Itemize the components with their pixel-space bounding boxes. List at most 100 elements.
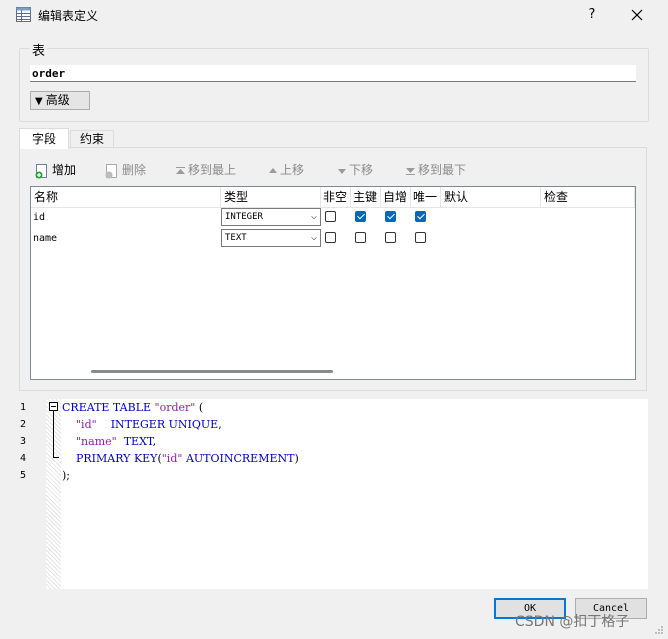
- column-header-unique[interactable]: 唯一: [411, 187, 441, 207]
- sql-string: "name": [76, 435, 117, 448]
- move-up-label: 上移: [280, 163, 305, 177]
- column-header-name[interactable]: 名称: [31, 187, 221, 207]
- fold-collapse-icon[interactable]: [49, 402, 58, 411]
- check-cell[interactable]: [541, 228, 635, 249]
- close-icon[interactable]: [624, 3, 650, 27]
- grid-header: 名称 类型 非空 主键 自增 唯一 默认 检查: [31, 187, 635, 208]
- code-line: "id" INTEGER UNIQUE,: [62, 418, 222, 431]
- code-line: "name" TEXT,: [62, 435, 156, 448]
- column-header-type[interactable]: 类型: [221, 187, 321, 207]
- unique-checkbox[interactable]: [415, 232, 426, 243]
- title-bar: 编辑表定义 ?: [0, 0, 668, 31]
- fold-line: [53, 411, 54, 458]
- line-number: 5: [20, 470, 27, 481]
- line-number-gutter: 1 2 3 4 5: [0, 399, 46, 589]
- table-row[interactable]: name TEXT ⌵: [31, 228, 635, 249]
- resize-grip-icon[interactable]: [654, 625, 664, 635]
- move-bottom-button[interactable]: 移到最下: [405, 161, 466, 179]
- sql-keyword: PRIMARY KEY: [76, 452, 158, 465]
- column-header-primary-key[interactable]: 主键: [351, 187, 381, 207]
- sql-text: (: [195, 401, 204, 414]
- unique-checkbox[interactable]: [415, 211, 426, 222]
- line-number: 1: [20, 402, 27, 413]
- chevron-down-icon: ⌵: [310, 211, 317, 222]
- sql-text: ,: [218, 418, 222, 431]
- table-row[interactable]: id INTEGER ⌵: [31, 207, 635, 228]
- sql-string: "id": [76, 418, 97, 431]
- code-line: PRIMARY KEY("id" AUTOINCREMENT): [62, 452, 299, 465]
- move-down-icon: [338, 168, 346, 174]
- table-group-label: 表: [30, 40, 48, 59]
- field-type-select[interactable]: TEXT ⌵: [221, 229, 321, 247]
- autoincrement-checkbox[interactable]: [385, 211, 396, 222]
- add-icon: [35, 163, 47, 178]
- column-header-autoincrement[interactable]: 自增: [381, 187, 411, 207]
- column-header-check[interactable]: 检查: [541, 187, 635, 207]
- column-header-not-null[interactable]: 非空: [321, 187, 351, 207]
- fold-end: [53, 457, 59, 458]
- code-line: );: [62, 469, 70, 482]
- delete-icon: [105, 163, 117, 178]
- move-bottom-icon: [406, 167, 415, 175]
- move-top-icon: [176, 166, 185, 174]
- sql-text: ,: [152, 435, 157, 448]
- delete-field-label: 删除: [122, 163, 147, 177]
- field-type-value: INTEGER: [225, 212, 263, 222]
- autoincrement-checkbox[interactable]: [385, 232, 396, 243]
- triangle-down-icon: ▼: [35, 96, 43, 107]
- sql-keyword: TEXT: [123, 435, 153, 448]
- code-line: CREATE TABLE "order" (: [62, 401, 203, 414]
- field-name-cell[interactable]: name: [31, 228, 221, 249]
- primary-key-checkbox[interactable]: [355, 232, 366, 243]
- move-up-button[interactable]: 上移: [268, 161, 304, 179]
- sql-keyword: CREATE TABLE: [62, 401, 155, 414]
- field-name-cell[interactable]: id: [31, 207, 221, 228]
- move-top-label: 移到最上: [188, 163, 237, 177]
- move-down-button[interactable]: 下移: [337, 161, 373, 179]
- move-down-label: 下移: [349, 163, 374, 177]
- move-up-icon: [269, 167, 277, 173]
- column-header-default[interactable]: 默认: [441, 187, 541, 207]
- sql-string: "id": [161, 452, 183, 465]
- line-number: 3: [20, 436, 27, 447]
- not-null-checkbox[interactable]: [325, 211, 336, 222]
- horizontal-scrollbar[interactable]: [91, 370, 333, 373]
- table-icon: [16, 7, 31, 22]
- advanced-button[interactable]: ▼ 高级: [30, 91, 90, 110]
- field-type-select[interactable]: INTEGER ⌵: [221, 208, 321, 226]
- fields-grid: 名称 类型 非空 主键 自增 唯一 默认 检查 id INTEGER ⌵ name…: [30, 186, 636, 380]
- default-cell[interactable]: [441, 207, 541, 228]
- tab-constraints[interactable]: 约束: [70, 130, 114, 148]
- field-type-value: TEXT: [225, 233, 247, 243]
- move-top-button[interactable]: 移到最上: [175, 161, 236, 179]
- sql-preview: 1 2 3 4 5 CREATE TABLE "order" ( "id" IN…: [0, 399, 648, 589]
- move-bottom-label: 移到最下: [418, 163, 467, 177]
- chevron-down-icon: ⌵: [310, 232, 317, 243]
- add-field-label: 增加: [52, 163, 77, 177]
- default-cell[interactable]: [441, 228, 541, 249]
- delete-field-button[interactable]: 删除: [104, 161, 146, 179]
- table-name-input[interactable]: order: [30, 65, 636, 82]
- sql-text: );: [62, 469, 70, 482]
- tab-fields[interactable]: 字段: [19, 128, 69, 149]
- sql-string: "order": [154, 401, 196, 414]
- window-title: 编辑表定义: [38, 9, 99, 23]
- not-null-checkbox[interactable]: [325, 232, 336, 243]
- help-button[interactable]: ?: [580, 3, 604, 27]
- primary-key-checkbox[interactable]: [355, 211, 366, 222]
- table-groupbox: [19, 48, 649, 122]
- check-cell[interactable]: [541, 207, 635, 228]
- line-number: 4: [20, 453, 27, 464]
- watermark: CSDN @扣丁格子: [515, 614, 630, 630]
- sql-keyword: INTEGER UNIQUE: [110, 418, 219, 431]
- sql-text: ): [294, 452, 299, 465]
- sql-keyword: AUTOINCREMENT: [185, 452, 295, 465]
- advanced-button-label: 高级: [45, 93, 70, 107]
- add-field-button[interactable]: 增加: [34, 161, 76, 179]
- line-number: 2: [20, 419, 27, 430]
